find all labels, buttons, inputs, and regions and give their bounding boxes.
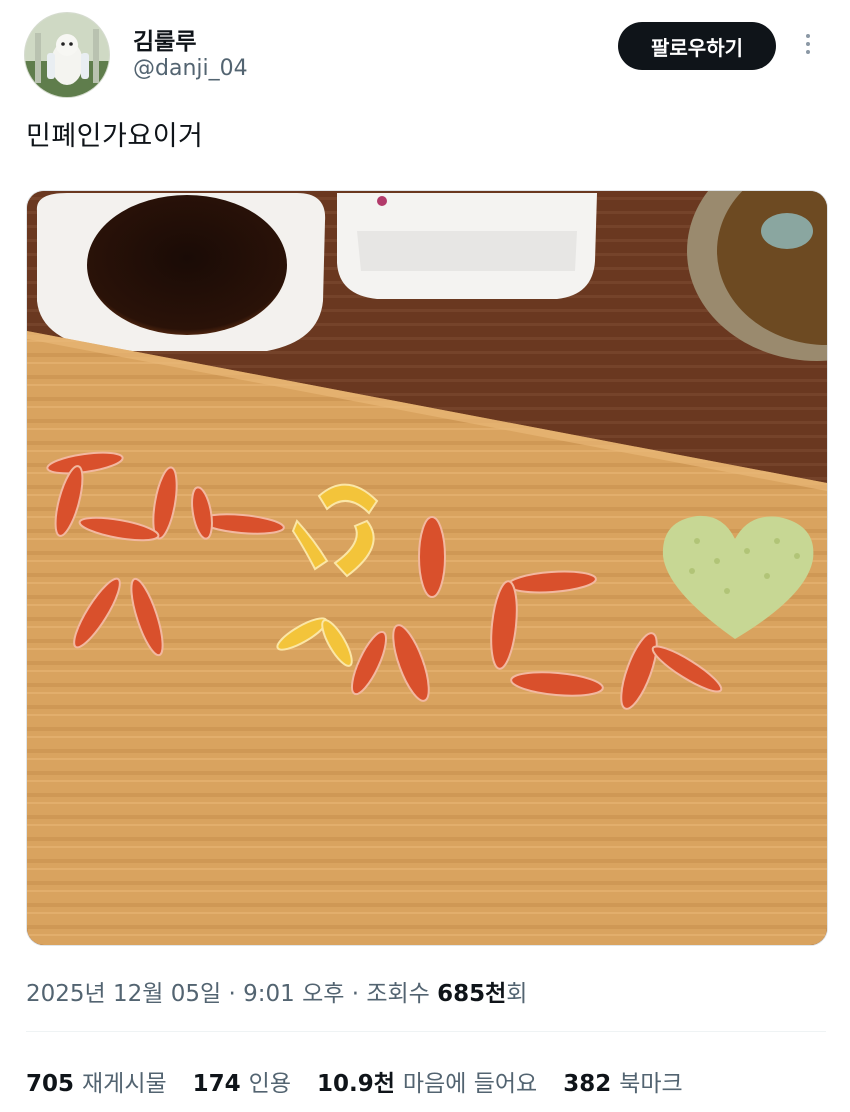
display-name[interactable]: 김룰루 [133,22,196,56]
tweet-time[interactable]: 9:01 오후 [243,981,344,1007]
tweet-header: 김룰루 @danji_04 팔로우하기 [24,12,826,98]
views-label: 조회수 [366,981,430,1007]
likes-stat[interactable]: 10.9천 마음에 들어요 [317,1064,537,1098]
views-suffix: 회 [506,981,528,1007]
tweet-photo[interactable] [26,190,828,946]
follow-button[interactable]: 팔로우하기 [618,22,776,70]
bookmarks-stat[interactable]: 382 북마크 [563,1064,683,1098]
reposts-label: 재게시물 [82,1071,167,1097]
meta-separator: · [228,981,244,1007]
meta-separator: · [351,981,367,1007]
tweet-meta: 2025년 12월 05일 · 9:01 오후 · 조회수 685천회 [26,974,527,1008]
quotes-label: 인용 [248,1071,291,1097]
reposts-count: 705 [26,1071,75,1097]
bookmarks-label: 북마크 [619,1071,683,1097]
tweet-date[interactable]: 2025년 12월 05일 [26,981,221,1007]
avatar[interactable] [24,12,110,98]
engagement-stats: 705 재게시물 174 인용 10.9천 마음에 들어요 382 북마크 [26,1064,683,1098]
tweet-text: 민폐인가요이거 [26,121,204,152]
divider [26,1031,826,1032]
reposts-stat[interactable]: 705 재게시물 [26,1064,167,1098]
likes-count: 10.9천 [317,1071,395,1097]
user-handle[interactable]: @danji_04 [133,56,248,81]
bookmarks-count: 382 [563,1071,612,1097]
likes-label: 마음에 들어요 [402,1071,538,1097]
more-options-icon[interactable] [800,30,816,64]
quotes-count: 174 [192,1071,241,1097]
quotes-stat[interactable]: 174 인용 [193,1064,291,1098]
views-count: 685천 [437,981,507,1007]
